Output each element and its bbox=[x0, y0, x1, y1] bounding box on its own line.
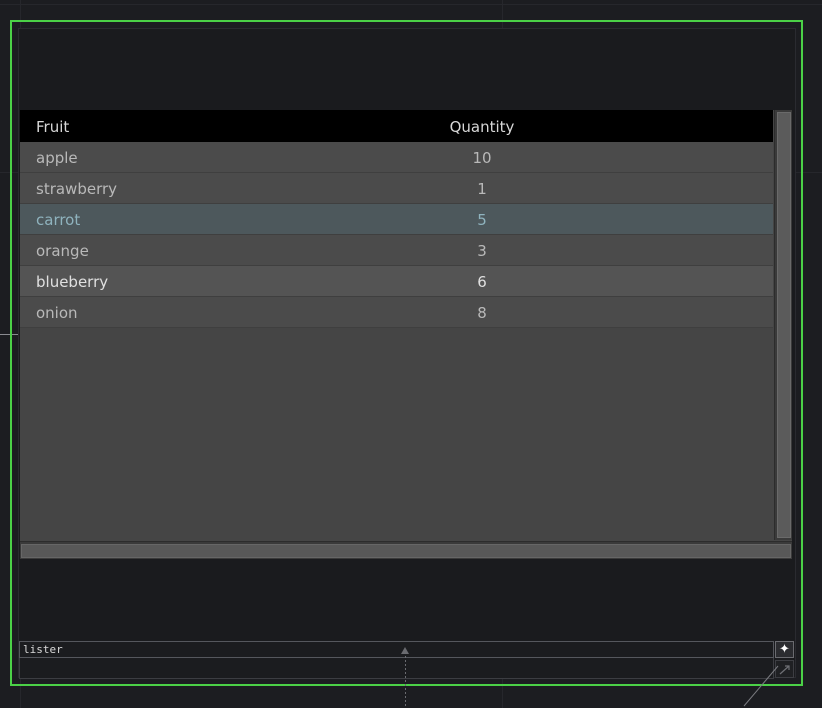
table-row[interactable]: strawberry 1 bbox=[20, 173, 773, 204]
network-editor-canvas[interactable]: Fruit Quantity apple 10 strawberry 1 carrot 5… bbox=[0, 0, 822, 708]
table-rows: apple 10 strawberry 1 carrot 5 orange 3 blueberr… bbox=[20, 142, 773, 328]
horizontal-scrollbar-thumb[interactable] bbox=[21, 544, 791, 558]
output-wire bbox=[743, 665, 779, 707]
cell-quantity: 10 bbox=[472, 149, 492, 167]
lister-table-viewer[interactable]: Fruit Quantity apple 10 strawberry 1 carrot 5… bbox=[20, 110, 792, 559]
table-row[interactable]: orange 3 bbox=[20, 235, 773, 266]
column-header-fruit[interactable]: Fruit bbox=[36, 118, 69, 136]
cell-fruit: blueberry bbox=[36, 273, 109, 291]
table-row[interactable]: apple 10 bbox=[20, 142, 773, 173]
cell-fruit: carrot bbox=[36, 211, 81, 229]
cell-fruit: orange bbox=[36, 242, 89, 260]
cell-quantity: 1 bbox=[477, 180, 487, 198]
table-header: Fruit Quantity bbox=[20, 110, 773, 142]
cell-quantity: 3 bbox=[477, 242, 487, 260]
vertical-scrollbar-thumb[interactable] bbox=[777, 112, 791, 538]
table-row[interactable]: blueberry 6 bbox=[20, 266, 773, 297]
cell-fruit: apple bbox=[36, 149, 78, 167]
plus-sparkle-icon[interactable]: ✦ bbox=[775, 641, 794, 658]
node-footer bbox=[19, 658, 774, 679]
cell-fruit: onion bbox=[36, 304, 78, 322]
table-row[interactable]: onion 8 bbox=[20, 297, 773, 328]
connection-wire bbox=[405, 652, 406, 708]
horizontal-scrollbar[interactable] bbox=[20, 541, 792, 559]
cell-quantity: 8 bbox=[477, 304, 487, 322]
column-header-quantity[interactable]: Quantity bbox=[440, 118, 524, 136]
cell-fruit: strawberry bbox=[36, 180, 118, 198]
grid-line bbox=[0, 4, 822, 5]
cell-quantity: 5 bbox=[477, 211, 487, 229]
node-name-field[interactable]: lister bbox=[19, 641, 774, 658]
table-row[interactable]: carrot 5 bbox=[20, 204, 773, 235]
vertical-scrollbar[interactable] bbox=[774, 110, 792, 540]
cell-quantity: 6 bbox=[477, 273, 487, 291]
